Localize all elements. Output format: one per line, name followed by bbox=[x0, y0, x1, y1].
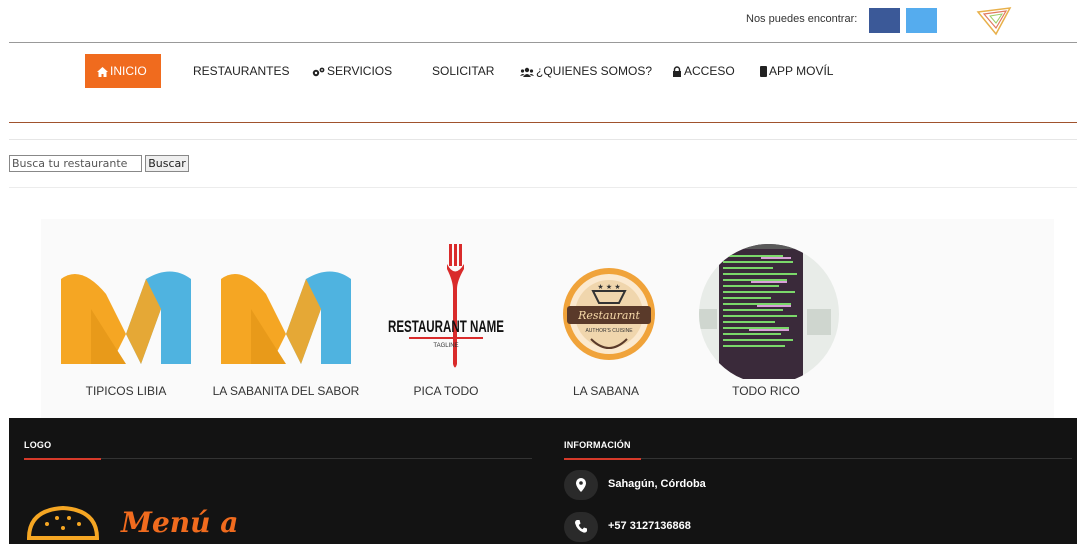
nav-label: INICIO bbox=[110, 64, 147, 78]
nav-label: RESTAURANTES bbox=[193, 64, 290, 78]
search-divider bbox=[9, 187, 1077, 188]
nav-quienes-somos[interactable]: ¿QUIENES SOMOS? bbox=[520, 54, 652, 88]
nav-solicitar[interactable]: SOLICITAR bbox=[432, 54, 494, 88]
footer-heading-underline bbox=[24, 458, 101, 460]
nav-label: SOLICITAR bbox=[432, 64, 495, 78]
footer-logo-heading: LOGO bbox=[24, 440, 52, 450]
restaurant-logo: ★ ★ ★ Restaurant AUTHOR'S CUISINE bbox=[563, 268, 655, 360]
logo-text: Restaurant bbox=[577, 309, 640, 322]
nav-divider bbox=[9, 122, 1077, 123]
nav-label: ACCESO bbox=[684, 64, 735, 78]
footer-phone: +57 3127136868 bbox=[564, 512, 864, 542]
facebook-button[interactable] bbox=[869, 8, 900, 33]
site-footer: LOGO INFORMACIÓN Sahagún, Córdoba +57 31… bbox=[9, 418, 1077, 544]
restaurant-card-la-sabana[interactable]: ★ ★ ★ Restaurant AUTHOR'S CUISINE LA SAB… bbox=[531, 219, 681, 418]
phone-text: +57 3127136868 bbox=[608, 520, 691, 532]
restaurant-screenshot-thumbnail bbox=[699, 244, 839, 379]
gears-icon bbox=[312, 67, 325, 77]
section-divider bbox=[9, 139, 1077, 140]
top-bar: Nos puedes encontrar: bbox=[0, 0, 1077, 42]
nav-inicio[interactable]: INICIO bbox=[85, 54, 161, 88]
restaurant-card-todo-rico[interactable]: TODO RICO bbox=[691, 219, 841, 418]
mobile-icon bbox=[760, 66, 767, 77]
restaurant-card-tipicos-libia[interactable]: TIPICOS LIBIA bbox=[51, 219, 201, 418]
logo-tagline: AUTHOR'S CUISINE bbox=[585, 328, 633, 334]
find-us-label: Nos puedes encontrar: bbox=[746, 13, 858, 25]
svg-text:★ ★ ★: ★ ★ ★ bbox=[597, 283, 620, 291]
users-icon bbox=[520, 67, 534, 77]
nav-label: APP MOVÍL bbox=[769, 64, 834, 78]
site-logo-icon[interactable] bbox=[976, 6, 1016, 38]
brand-name: Menú a bbox=[121, 506, 239, 539]
restaurant-name: TODO RICO bbox=[732, 384, 800, 398]
nav-label: SERVICIOS bbox=[327, 64, 393, 78]
restaurant-logo bbox=[221, 271, 351, 364]
burger-logo-icon bbox=[26, 505, 100, 540]
phone-icon bbox=[564, 512, 598, 542]
logo-text: RESTAURANT NAME bbox=[388, 317, 504, 336]
restaurant-logo: RESTAURANT NAME TAGLINE bbox=[388, 244, 504, 368]
restaurant-card-pica-todo[interactable]: RESTAURANT NAME TAGLINE PICA TODO bbox=[371, 219, 521, 418]
nav-restaurantes[interactable]: RESTAURANTES bbox=[193, 54, 289, 88]
restaurant-logo bbox=[61, 271, 191, 364]
search-button[interactable]: Buscar bbox=[145, 155, 189, 172]
nav-app-movil[interactable]: APP MOVÍL bbox=[760, 54, 833, 88]
nav-acceso[interactable]: ACCESO bbox=[672, 54, 735, 88]
main-nav: INICIO RESTAURANTES SERVICIOS SOLICITAR … bbox=[0, 54, 1077, 88]
twitter-button[interactable] bbox=[906, 8, 937, 33]
lock-icon bbox=[673, 66, 681, 77]
nav-servicios[interactable]: SERVICIOS bbox=[312, 54, 392, 88]
footer-info-heading: INFORMACIÓN bbox=[564, 440, 631, 450]
top-divider bbox=[9, 42, 1077, 43]
restaurant-list: TIPICOS LIBIA LA SABANITA DEL SABOR REST… bbox=[41, 219, 1054, 418]
restaurant-card-la-sabanita[interactable]: LA SABANITA DEL SABOR bbox=[211, 219, 361, 418]
home-icon bbox=[97, 67, 108, 77]
logo-tagline: TAGLINE bbox=[433, 343, 458, 349]
location-text: Sahagún, Córdoba bbox=[608, 478, 706, 490]
footer-heading-underline bbox=[564, 458, 641, 460]
search-input[interactable] bbox=[9, 155, 142, 172]
map-pin-icon bbox=[564, 470, 598, 500]
footer-location: Sahagún, Córdoba bbox=[564, 470, 864, 500]
nav-label: ¿QUIENES SOMOS? bbox=[536, 64, 653, 78]
